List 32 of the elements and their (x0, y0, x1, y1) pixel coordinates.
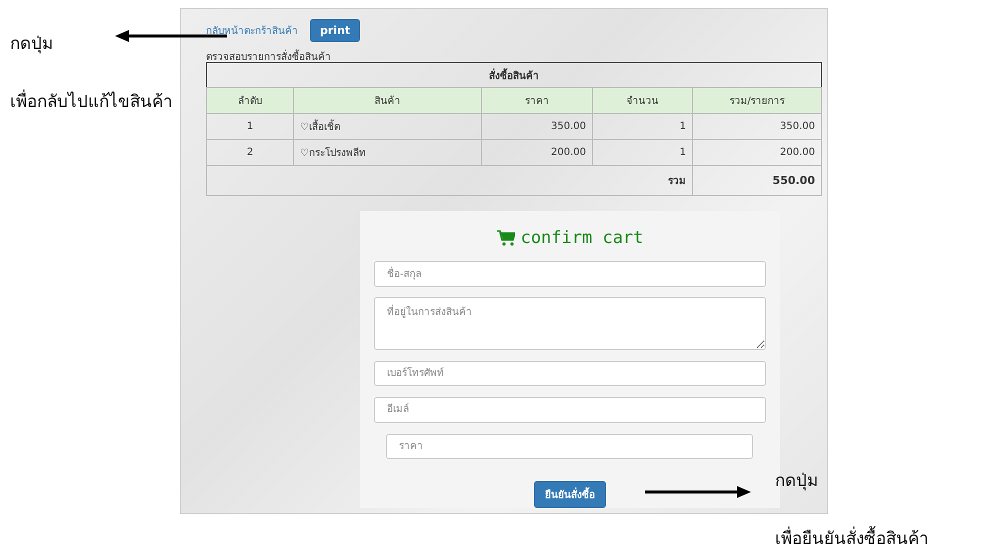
address-field[interactable]: ที่อยู่ในการส่งสินค้า (374, 296, 766, 350)
input-field[interactable]: ราคา (386, 434, 753, 459)
table-cell: 1 (592, 114, 692, 140)
table-cell: 200.00 (692, 140, 822, 166)
column-header: ลำดับ (206, 88, 294, 114)
table-cell: 350.00 (692, 114, 822, 140)
column-header: รวม/รายการ (692, 88, 822, 114)
print-button[interactable]: print (310, 18, 360, 42)
back-to-cart-link[interactable]: กลับหน้าตะกร้าสินค้า (206, 22, 298, 38)
table-caption: สั่งซื้อสินค้า (206, 62, 822, 88)
table-cell: 200.00 (482, 140, 592, 166)
table-cell: ♡เสื้อเชิ้ต (294, 114, 482, 140)
confirm-order-button[interactable]: ยืนยันสั่งซื้อ (534, 480, 606, 508)
table-cell: 1 (592, 140, 692, 166)
annotation-text: กดปุ่ม (775, 471, 818, 491)
column-header: ราคา (482, 88, 592, 114)
input-field[interactable]: เบอร์โทรศัพท์ (374, 360, 766, 386)
cart-icon (496, 230, 515, 246)
annotation-text: กดปุ่ม (10, 34, 53, 54)
table-cell: 1 (206, 114, 294, 140)
table-cell: 2 (206, 140, 294, 166)
input-field[interactable]: ชื่อ-สกุล (374, 261, 766, 287)
table-cell: ♡กระโปรงพลีท (294, 140, 482, 166)
section-title: ตรวจสอบรายการสั่งซื้อสินค้า (206, 49, 822, 62)
annotation-text: เพื่อกลับไปแก้ไขสินค้า (10, 92, 173, 112)
table-cell: 350.00 (482, 114, 592, 140)
form-title: confirm cart (520, 228, 644, 248)
total-value: 550.00 (692, 166, 822, 196)
total-label: รวม (206, 166, 692, 196)
column-header: จำนวน (592, 88, 692, 114)
column-header: สินค้า (294, 88, 482, 114)
input-field[interactable]: อีเมล์ (374, 397, 766, 423)
